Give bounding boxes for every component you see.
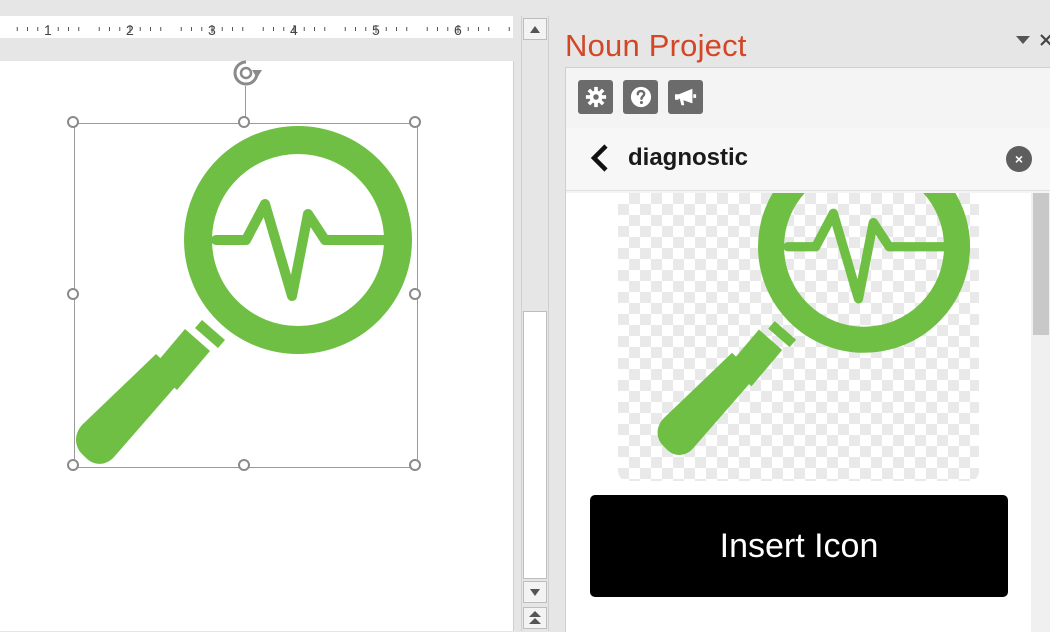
double-chevron-up-icon [529,611,541,624]
resize-handle-top-right[interactable] [409,116,421,128]
resize-handle-right[interactable] [409,288,421,300]
selection-frame [74,123,418,468]
triangle-up-icon [530,25,540,33]
resize-handle-bottom-right[interactable] [409,459,421,471]
resize-handle-top[interactable] [238,116,250,128]
scrollbar-thumb[interactable] [523,311,547,579]
chevron-left-icon[interactable] [588,143,612,173]
question-icon [630,86,651,108]
chevron-down-icon[interactable] [1016,36,1030,45]
close-icon[interactable] [1039,33,1050,47]
announce-button[interactable] [668,80,703,114]
addin-toolbar [578,80,703,116]
resize-handle-left[interactable] [67,288,79,300]
rotate-handle-icon[interactable] [229,57,263,89]
results-scrollbar[interactable] [1031,193,1050,632]
ruler-label: 1 [44,22,52,38]
vertical-scrollbar[interactable] [521,16,549,631]
settings-button[interactable] [578,80,613,114]
resize-handle-top-left[interactable] [67,116,79,128]
scroll-down-button[interactable] [523,581,547,603]
ruler-label: 5 [372,22,380,38]
gear-icon [585,86,606,108]
ruler-label: 6 [454,22,462,38]
ruler-background [0,16,513,42]
scroll-up-button[interactable] [523,18,547,40]
magnifier-pulse-icon [657,193,971,455]
megaphone-icon [674,88,696,106]
ruler-label: 4 [290,22,298,38]
pane-title: Noun Project [565,28,747,63]
previous-slide-button[interactable] [523,607,547,629]
resize-handle-bottom-left[interactable] [67,459,79,471]
triangle-down-icon [530,588,540,596]
task-pane: Noun Project diagnostic × Insert Icon [553,0,1050,632]
search-results: Insert Icon [566,193,1031,632]
insert-icon-button[interactable]: Insert Icon [590,495,1008,597]
results-scrollbar-thumb[interactable] [1033,193,1049,335]
document-area: 1 2 3 4 5 6 [0,0,520,631]
help-button[interactable] [623,80,658,114]
search-bar: diagnostic × [566,128,1050,191]
horizontal-ruler[interactable]: 1 2 3 4 5 6 [0,16,513,42]
resize-handle-bottom[interactable] [238,459,250,471]
ruler-label: 2 [126,22,134,38]
search-term: diagnostic [628,144,749,171]
clear-search-button[interactable]: × [1006,146,1032,172]
icon-preview[interactable] [618,193,979,481]
ruler-label: 3 [208,22,216,38]
addin-panel: diagnostic × Insert Icon [565,67,1050,632]
